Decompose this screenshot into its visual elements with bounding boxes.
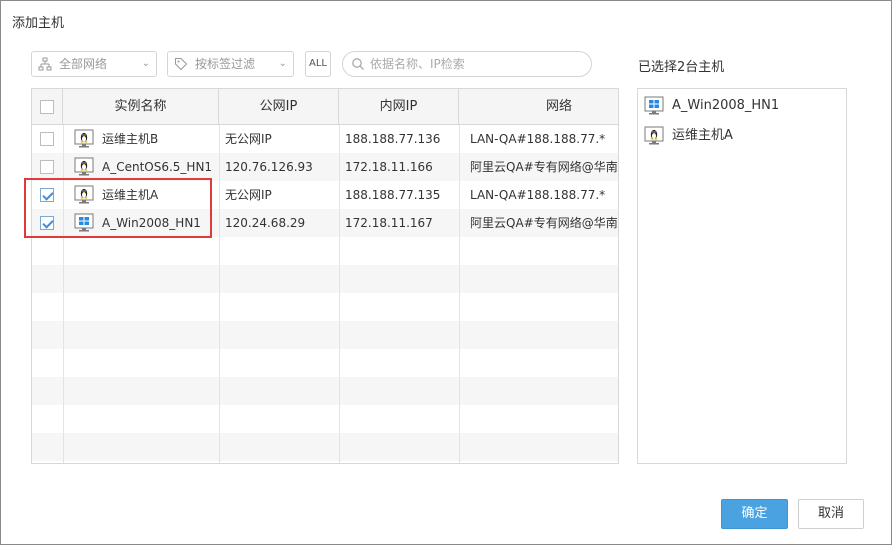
linux-penguin-icon: [74, 129, 94, 148]
header-name[interactable]: 实例名称: [63, 89, 219, 125]
search-input[interactable]: [370, 54, 580, 74]
header-network[interactable]: 网络: [459, 89, 618, 125]
row-checkbox[interactable]: [40, 132, 54, 146]
private-ip: 172.18.11.166: [345, 160, 433, 174]
confirm-button[interactable]: 确定: [721, 499, 788, 529]
table-row-empty: [32, 321, 618, 349]
tag-filter-select[interactable]: 按标签过滤 ⌄: [167, 51, 294, 77]
network-name: LAN-QA#188.188.77.*: [470, 132, 606, 146]
selected-host-name: 运维主机A: [672, 128, 733, 143]
table-row-empty: [32, 405, 618, 433]
selected-hosts-panel: A_Win2008_HN1 运维主机A: [637, 88, 847, 464]
selected-count-title: 已选择2台主机: [638, 60, 725, 75]
private-ip: 172.18.11.167: [345, 216, 433, 230]
chevron-down-icon: ⌄: [141, 58, 150, 69]
row-checkbox-cell: [32, 153, 63, 181]
search-box: [342, 51, 592, 77]
table-row-empty: [32, 237, 618, 265]
windows-icon: [644, 96, 664, 115]
select-all-checkbox[interactable]: [40, 100, 54, 114]
selection-highlight-box: [24, 178, 212, 238]
private-ip: 188.188.77.136: [345, 132, 441, 146]
header-checkbox-cell: [32, 89, 63, 125]
tag-filter-label: 按标签过滤: [195, 57, 256, 71]
linux-penguin-icon: [74, 157, 94, 176]
header-public-ip[interactable]: 公网IP: [219, 89, 339, 125]
public-ip: 无公网IP: [225, 132, 272, 146]
selected-host-name: A_Win2008_HN1: [672, 98, 780, 113]
tag-icon: [175, 58, 188, 71]
row-checkbox-cell: [32, 125, 63, 153]
table-row-empty: [32, 433, 618, 461]
public-ip: 120.76.126.93: [225, 160, 313, 174]
public-ip: 120.24.68.29: [225, 216, 306, 230]
table-row[interactable]: A_CentOS6.5_HN1 120.76.126.93 172.18.11.16…: [32, 153, 619, 181]
network-name: LAN-QA#188.188.77.*: [470, 188, 606, 202]
network-icon: [38, 57, 52, 71]
cancel-button[interactable]: 取消: [798, 499, 864, 529]
table-header: 实例名称 公网IP 内网IP 网络: [32, 89, 618, 125]
network-select[interactable]: 全部网络 ⌄: [31, 51, 157, 77]
network-name: 阿里云QA#专有网络@华南 1: [470, 160, 619, 174]
linux-penguin-icon: [644, 126, 664, 145]
network-select-label: 全部网络: [59, 57, 108, 71]
header-private-ip[interactable]: 内网IP: [339, 89, 459, 125]
network-name: 阿里云QA#专有网络@华南 1: [470, 216, 619, 230]
all-button[interactable]: ALL: [305, 51, 331, 77]
public-ip: 无公网IP: [225, 188, 272, 202]
row-checkbox[interactable]: [40, 160, 54, 174]
selected-host-item[interactable]: A_Win2008_HN1: [644, 94, 834, 118]
selected-host-item[interactable]: 运维主机A: [644, 124, 834, 148]
table-row-empty: [32, 349, 618, 377]
table-row-empty: [32, 293, 618, 321]
add-host-dialog: 添加主机 全部网络 ⌄ 按标签过滤 ⌄ ALL 依据名称、IP检索 实例名称 公…: [0, 0, 892, 545]
private-ip: 188.188.77.135: [345, 188, 441, 202]
dialog-title: 添加主机: [12, 16, 65, 31]
search-icon: [352, 58, 364, 70]
table-row[interactable]: 运维主机B 无公网IP 188.188.77.136 LAN-QA#188.188.7…: [32, 125, 618, 153]
instance-name: A_CentOS6.5_HN1: [102, 160, 213, 174]
chevron-down-icon: ⌄: [278, 58, 287, 69]
table-row-empty: [32, 377, 618, 405]
instance-name: 运维主机B: [102, 132, 159, 146]
host-table: 实例名称 公网IP 内网IP 网络 运维主机B 无公网IP 188.188.77.1…: [31, 88, 619, 464]
table-row-empty: [32, 265, 618, 293]
